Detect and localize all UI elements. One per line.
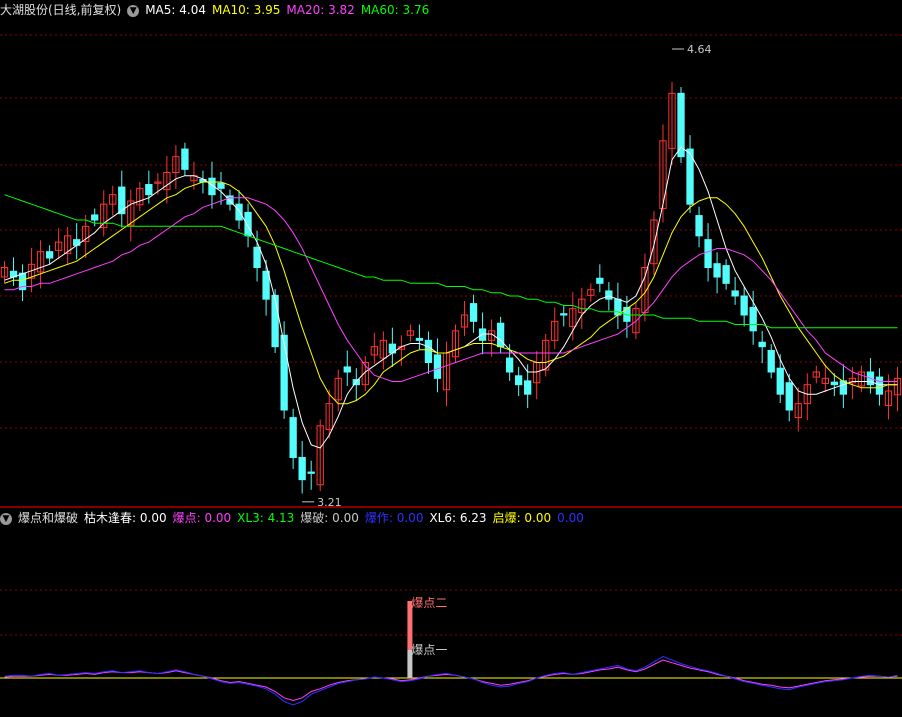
candle-body — [307, 471, 315, 474]
candle-body — [830, 381, 839, 386]
indicator-legend-item-7: 0.00 — [557, 511, 584, 525]
candle-body — [785, 382, 793, 411]
candle-body — [469, 303, 478, 322]
main-panel-header: 大湖股份(日线,前复权) ▼ MA5: 4.04 MA10: 3.95 MA20: 3.… — [0, 0, 441, 20]
candle-body — [118, 186, 126, 215]
candle-body — [217, 182, 225, 189]
indicator-legend-item-1: 爆点: 0.00 — [172, 511, 232, 525]
candle-body — [776, 367, 784, 395]
candle-body — [289, 417, 297, 459]
signal-label-lower: 爆点一 — [411, 643, 447, 657]
ma-legend-item-1: MA10: 3.95 — [211, 3, 281, 17]
candle-body — [253, 246, 261, 269]
candle-body — [596, 277, 604, 284]
ma-line-ma5 — [4, 146, 898, 449]
indicator-line-a — [4, 655, 898, 706]
candle-body — [45, 251, 54, 259]
indicator-legend-item-3: 爆破: 0.00 — [300, 511, 359, 525]
ma-legend-item-3: MA60: 3.76 — [360, 3, 430, 17]
candle-body — [749, 306, 757, 332]
candle-body — [605, 290, 613, 300]
candle-body — [722, 265, 730, 284]
candle-body — [415, 337, 424, 341]
candle-body — [91, 214, 99, 221]
signal-label-upper: 爆点二 — [411, 596, 447, 610]
candle-body — [524, 380, 532, 395]
candle-body — [280, 334, 288, 411]
indicator-legend-item-2: XL3: 4.13 — [237, 511, 295, 525]
candle-body — [478, 328, 487, 341]
indicator-legend-item-5: XL6: 6.23 — [429, 511, 487, 525]
candle-body — [505, 357, 514, 373]
candle-body — [271, 294, 279, 348]
indicator-line-b — [4, 659, 898, 702]
indicator-legend-item-4: 爆作: 0.00 — [364, 511, 424, 525]
ma-line-ma20 — [4, 197, 898, 382]
indicator-legend-item-6: 启爆: 0.00 — [492, 511, 552, 525]
indicator-title: 爆点和爆破 — [18, 511, 79, 525]
indicator-panel-header: ▼ 爆点和爆破 枯木逢春: 0.00 爆点: 0.00 XL3: 4.13 爆破: 0.0… — [0, 508, 596, 528]
ma-legend-item-2: MA20: 3.82 — [286, 3, 355, 17]
chevron-down-icon[interactable]: ▼ — [127, 4, 140, 17]
chevron-down-icon[interactable]: ▼ — [0, 512, 12, 525]
candle-body — [560, 313, 568, 316]
candle-body — [758, 341, 766, 348]
candle-body — [514, 375, 523, 386]
candle-body — [433, 354, 442, 379]
candle-body — [704, 239, 712, 268]
candle-body — [181, 148, 189, 170]
candle-body — [875, 376, 884, 395]
stock-title: 大湖股份(日线,前复权) — [0, 3, 122, 17]
indicator-legend: 枯木逢春: 0.00 爆点: 0.00 XL3: 4.13 爆破: 0.00 爆作: 0… — [84, 511, 590, 525]
low-price-label: 3.21 — [317, 496, 342, 509]
stock-chart-window: 4.64 3.21 爆点二爆点一 大湖股份(日线,前复权) ▼ MA5: 4.04 MA1… — [0, 0, 902, 717]
candle-body — [298, 457, 306, 481]
ma-line-ma10 — [4, 181, 898, 405]
candle-body — [731, 290, 739, 297]
candle-body — [740, 295, 748, 316]
ma-legend: MA5: 4.04 MA10: 3.95 MA20: 3.82 MA60: 3.76 — [145, 3, 435, 17]
candle-body — [244, 211, 252, 237]
candle-body — [262, 270, 270, 300]
high-price-label: 4.64 — [687, 43, 712, 56]
candle-body — [695, 215, 703, 237]
ma-legend-item-0: MA5: 4.04 — [145, 3, 206, 17]
candle-body — [767, 349, 775, 373]
candle-body — [145, 184, 153, 196]
chart-canvas[interactable]: 4.64 3.21 爆点二爆点一 — [0, 0, 902, 717]
candle-body — [343, 366, 351, 373]
candle-body — [73, 239, 81, 246]
candle-body — [839, 380, 848, 395]
candle-body — [235, 203, 243, 221]
candle-body — [713, 263, 721, 278]
candle-body — [424, 339, 433, 364]
indicator-legend-item-0: 枯木逢春: 0.00 — [84, 511, 167, 525]
